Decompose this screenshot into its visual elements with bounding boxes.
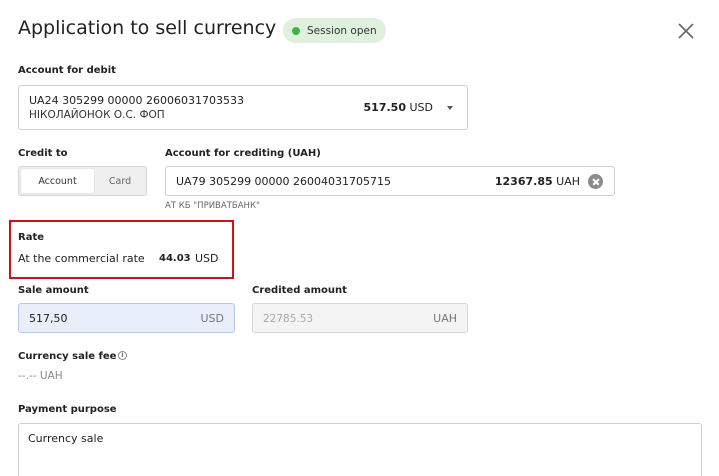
close-icon[interactable] <box>676 21 696 41</box>
debit-account-label: Account for debit <box>18 65 116 76</box>
fee-value: --.-- UAH <box>18 370 63 382</box>
credit-to-option-account[interactable]: Account <box>21 169 94 193</box>
rate-currency: USD <box>195 252 219 265</box>
payment-purpose-label: Payment purpose <box>18 404 117 415</box>
rate-highlight-frame <box>9 220 234 279</box>
status-dot-icon <box>292 26 300 35</box>
session-status-badge: Session open <box>283 18 386 43</box>
credited-amount-currency: UAH <box>433 312 457 325</box>
fee-label: Currency sale fee <box>18 351 117 362</box>
sale-amount-currency: USD <box>200 312 224 325</box>
credit-account-label: Account for crediting (UAH) <box>165 148 321 159</box>
chevron-down-icon[interactable] <box>447 106 453 110</box>
page-title: Application to sell currency <box>18 17 277 39</box>
debit-account-number: UA24 305299 00000 26006031703533 <box>29 94 245 107</box>
credit-to-label: Credit to <box>18 148 68 159</box>
credit-to-option-card[interactable]: Card <box>95 169 145 193</box>
debit-balance: 517.50 USD <box>364 101 433 114</box>
credit-balance-currency: UAH <box>556 175 580 188</box>
credit-account-select[interactable]: UA79 305299 00000 26004031705715 12367.8… <box>165 166 615 196</box>
payment-purpose-textarea[interactable]: Currency sale <box>18 423 702 476</box>
debit-account-select[interactable]: UA24 305299 00000 26006031703533 НІКОЛАЙ… <box>18 85 468 130</box>
sale-amount-input[interactable]: 517,50 USD <box>18 303 235 333</box>
credit-balance: 12367.85 UAH <box>495 175 580 188</box>
credit-bank-name: АТ КБ "ПРИВАТБАНК" <box>165 201 260 211</box>
sale-amount-value: 517,50 <box>29 312 68 325</box>
sale-amount-label: Sale amount <box>18 285 89 296</box>
clear-icon[interactable] <box>588 174 603 189</box>
debit-account-owner: НІКОЛАЙОНОК О.С. ФОП <box>29 109 165 121</box>
rate-value: 44.03 <box>159 253 191 264</box>
rate-description: At the commercial rate <box>18 252 145 265</box>
rate-label: Rate <box>18 232 45 243</box>
session-status-text: Session open <box>307 24 377 37</box>
credited-amount-value: 22785.53 <box>263 313 314 325</box>
credit-balance-amount: 12367.85 <box>494 175 553 188</box>
debit-balance-amount: 517.50 <box>363 101 406 114</box>
payment-purpose-value: Currency sale <box>28 432 104 445</box>
credit-account-number: UA79 305299 00000 26004031705715 <box>176 175 392 188</box>
credited-amount-field: 22785.53 UAH <box>252 303 468 333</box>
info-icon[interactable]: i <box>118 351 127 360</box>
credit-to-toggle[interactable]: Account Card <box>18 166 147 196</box>
debit-balance-currency: USD <box>409 101 433 114</box>
credited-amount-label: Credited amount <box>252 285 347 296</box>
